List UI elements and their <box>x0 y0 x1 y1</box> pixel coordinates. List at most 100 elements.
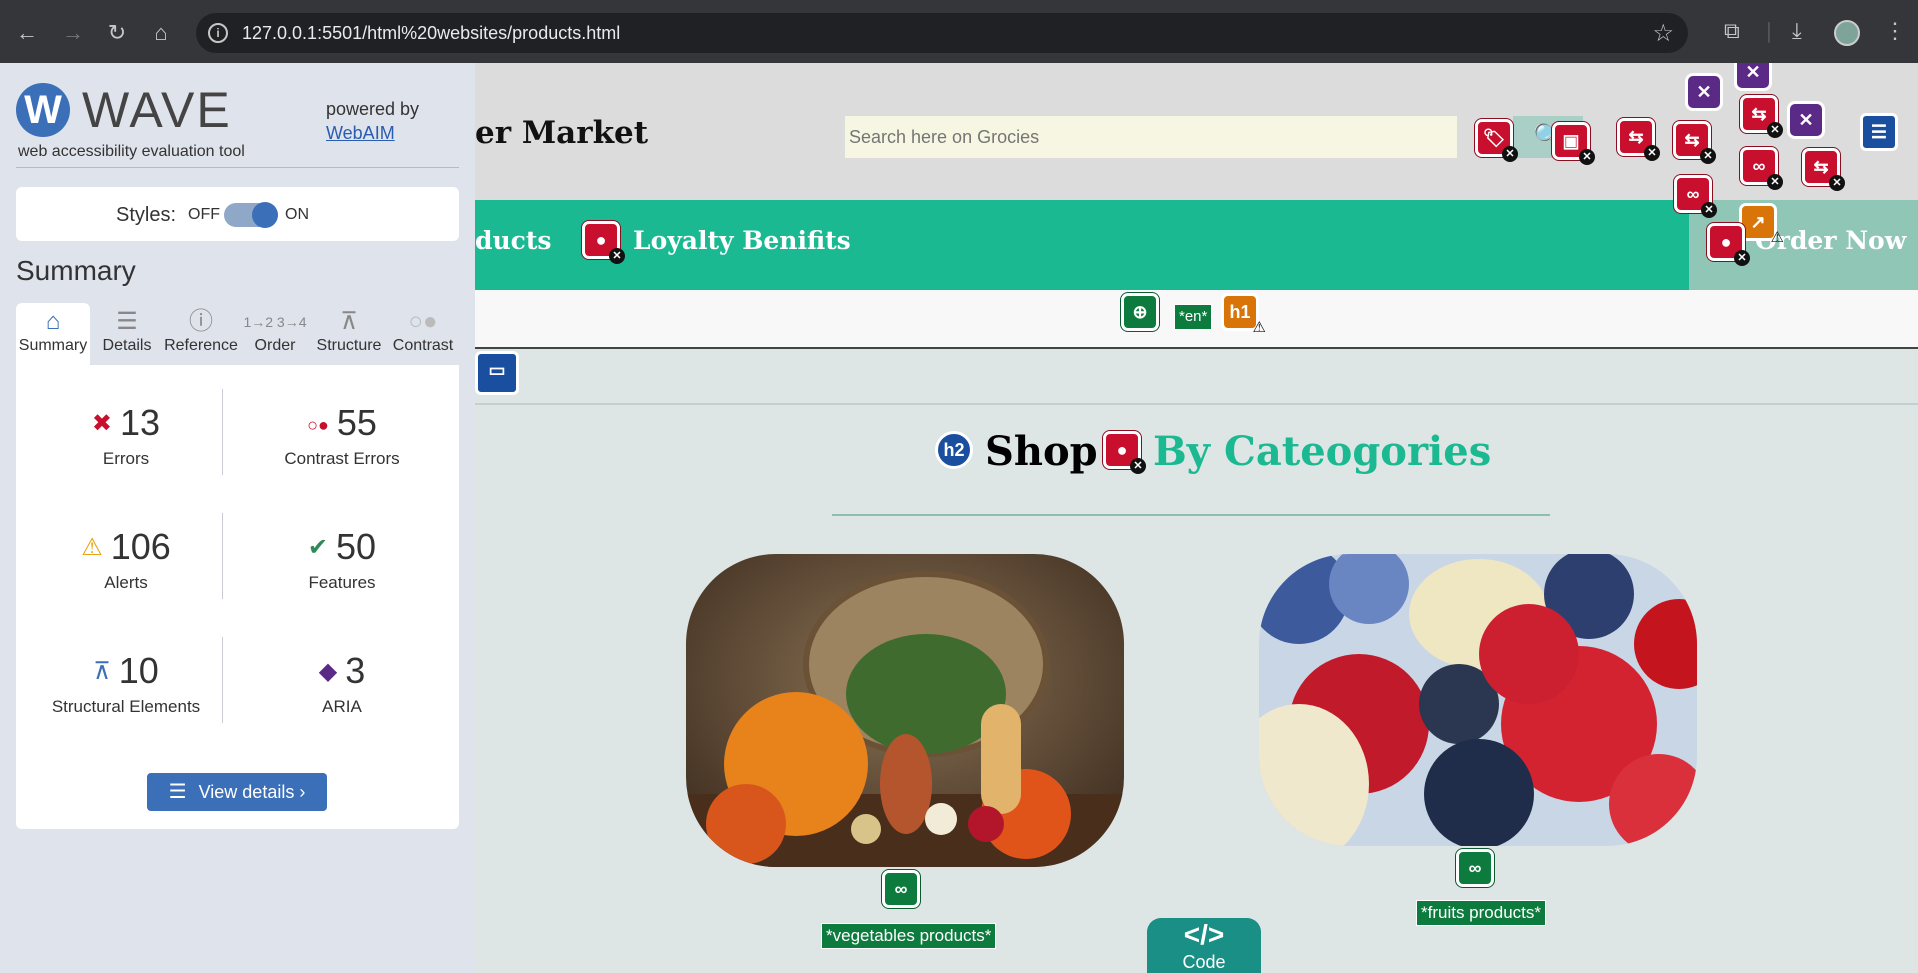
bookmark-star-icon[interactable]: ☆ <box>1652 19 1674 48</box>
wave-error-icon[interactable]: ⇆ ✕ <box>1673 121 1716 164</box>
stat-value: 3 <box>345 650 366 691</box>
code-icon: </> <box>1183 919 1225 950</box>
divider <box>16 167 459 168</box>
wave-linked-image-icon[interactable]: ∞ <box>1456 849 1494 887</box>
stat-alerts[interactable]: ⚠ 106 Alerts <box>26 525 226 593</box>
tab-details[interactable]: ☰ Details <box>90 303 164 365</box>
browser-toolbar: ← → ↻ ⌂ i 127.0.0.1:5501/html%20websites… <box>0 0 1918 63</box>
code-tab[interactable]: </> Code <box>1147 918 1261 973</box>
wave-error-icon[interactable]: ∞ ✕ <box>1674 175 1717 218</box>
wave-error-icon[interactable]: 🏷 ✕ <box>1475 119 1518 162</box>
site-info-icon[interactable]: i <box>208 23 228 43</box>
webaim-link[interactable]: WebAIM <box>326 123 395 144</box>
feature-check-icon: ✔ <box>307 534 329 561</box>
powered-by-text: powered by <box>326 99 420 119</box>
summary-panel: ✖ 13 Errors ○● 55 Contrast Errors ⚠ 106 Ale… <box>16 365 459 829</box>
section-title-shop: Shop <box>985 428 1098 475</box>
wave-language-icon[interactable]: ⊕ <box>1121 293 1159 331</box>
wave-structure-icon[interactable]: ☰ <box>1860 113 1898 151</box>
home-icon[interactable]: ⌂ <box>144 16 178 50</box>
back-icon[interactable]: ← <box>10 16 44 50</box>
home-icon: ⌂ <box>45 308 61 335</box>
stat-label: ARIA <box>322 697 362 716</box>
stat-label: Structural Elements <box>51 697 201 716</box>
alert-icon: ⚠ <box>81 534 103 561</box>
stat-value: 50 <box>336 526 377 567</box>
info-icon: ⓘ <box>189 308 213 335</box>
divider <box>832 514 1550 516</box>
view-details-button[interactable]: ☰ View details › <box>147 773 327 811</box>
stat-value: 13 <box>120 402 161 443</box>
wave-subtitle: web accessibility evaluation tool <box>18 143 245 160</box>
tab-label: Contrast <box>392 337 454 354</box>
styles-toggle[interactable] <box>224 202 278 228</box>
summary-heading: Summary <box>16 255 136 286</box>
styles-on-label: ON <box>285 206 309 223</box>
wave-error-icon[interactable]: ∞ ✕ <box>1740 147 1783 190</box>
tab-structure[interactable]: ⊼ Structure <box>312 303 386 365</box>
wave-error-icon[interactable]: ⇆ ✕ <box>1802 148 1845 191</box>
wave-tabs: ⌂ Summary ☰ Details ⓘ Reference 1→2 3→4 … <box>16 303 459 365</box>
wave-h1-icon[interactable]: h1 ⚠ <box>1221 293 1266 336</box>
wave-region-icon[interactable]: ▭ <box>475 351 519 395</box>
styles-toggle-box: Styles: OFF ON <box>16 187 459 241</box>
tab-label: Order <box>254 337 296 354</box>
stat-label: Contrast Errors <box>284 449 400 468</box>
list-icon: ☰ <box>116 308 138 335</box>
wave-h2-icon[interactable]: h2 <box>935 431 973 469</box>
wave-aria-icon[interactable]: ✕ <box>1685 73 1723 111</box>
wave-sidebar: W WAVE web accessibility evaluation tool… <box>0 63 475 973</box>
fruits-label: *fruits products* <box>1416 900 1546 926</box>
wave-error-icon[interactable]: ⇆ ✕ <box>1740 95 1783 138</box>
forward-icon[interactable]: → <box>56 16 90 50</box>
styles-label: Styles: <box>116 204 177 226</box>
tab-summary[interactable]: ⌂ Summary <box>16 303 90 365</box>
address-bar[interactable]: i 127.0.0.1:5501/html%20websites/product… <box>196 13 1688 53</box>
fruits-image[interactable] <box>1259 554 1697 846</box>
wave-contrast-icon[interactable]: ● ✕ <box>1707 223 1750 266</box>
tab-label: Details <box>102 337 152 354</box>
tab-contrast[interactable]: ○● Contrast <box>386 303 460 365</box>
wave-linked-image-icon[interactable]: ∞ <box>882 870 920 908</box>
order-icon: 1→2 3→4 <box>243 314 307 330</box>
search-input[interactable] <box>845 116 1457 158</box>
stat-value: 10 <box>118 650 159 691</box>
vegetables-image[interactable] <box>686 554 1124 867</box>
tab-label: Summary <box>18 337 88 354</box>
stat-contrast-errors[interactable]: ○● 55 Contrast Errors <box>242 401 442 469</box>
wave-contrast-icon[interactable]: ● ✕ <box>1103 431 1146 474</box>
aria-icon: ◆ <box>318 658 338 685</box>
toggle-knob[interactable] <box>252 202 278 228</box>
extensions-icon[interactable]: ⧉ <box>1724 18 1740 44</box>
download-icon[interactable]: ⤓ <box>1792 18 1802 44</box>
stat-structural[interactable]: ⊼ 10 Structural Elements <box>26 649 226 717</box>
menu-icon[interactable]: ⋮ <box>1884 18 1906 44</box>
tab-order[interactable]: 1→2 3→4 Order <box>238 303 312 365</box>
wave-error-icon[interactable]: ▣ ✕ <box>1552 122 1595 165</box>
brand-name[interactable]: er Market <box>475 115 648 151</box>
tab-reference[interactable]: ⓘ Reference <box>164 303 238 365</box>
error-icon: ✖ <box>91 410 113 437</box>
wave-contrast-icon[interactable]: ● ✕ <box>582 221 625 264</box>
stat-aria[interactable]: ◆ 3 ARIA <box>242 649 442 717</box>
lang-badge: *en* <box>1173 304 1213 330</box>
reload-icon[interactable]: ↻ <box>100 16 134 50</box>
stat-label: Alerts <box>104 573 148 592</box>
stat-value: 106 <box>110 526 171 567</box>
structure-icon: ⊼ <box>340 308 358 335</box>
url-text[interactable]: 127.0.0.1:5501/html%20websites/products.… <box>242 23 620 44</box>
stat-errors[interactable]: ✖ 13 Errors <box>26 401 226 469</box>
stat-label: Errors <box>102 449 150 468</box>
nav-products[interactable]: ducts <box>475 226 552 255</box>
code-label: Code <box>1182 952 1226 972</box>
wave-aria-icon[interactable]: ✕ <box>1787 101 1825 139</box>
stat-features[interactable]: ✔ 50 Features <box>242 525 442 593</box>
section-title-categories: By Cateogories <box>1153 428 1492 475</box>
wave-aria-icon[interactable]: ✕ <box>1734 63 1772 91</box>
profile-avatar[interactable] <box>1834 20 1860 46</box>
wave-error-icon[interactable]: ⇆ ✕ <box>1617 118 1660 161</box>
wave-logo-icon: W <box>16 83 70 137</box>
tab-label: Reference <box>164 337 238 354</box>
stat-value: 55 <box>336 402 377 443</box>
nav-loyalty[interactable]: Loyalty Benifits <box>633 226 851 255</box>
